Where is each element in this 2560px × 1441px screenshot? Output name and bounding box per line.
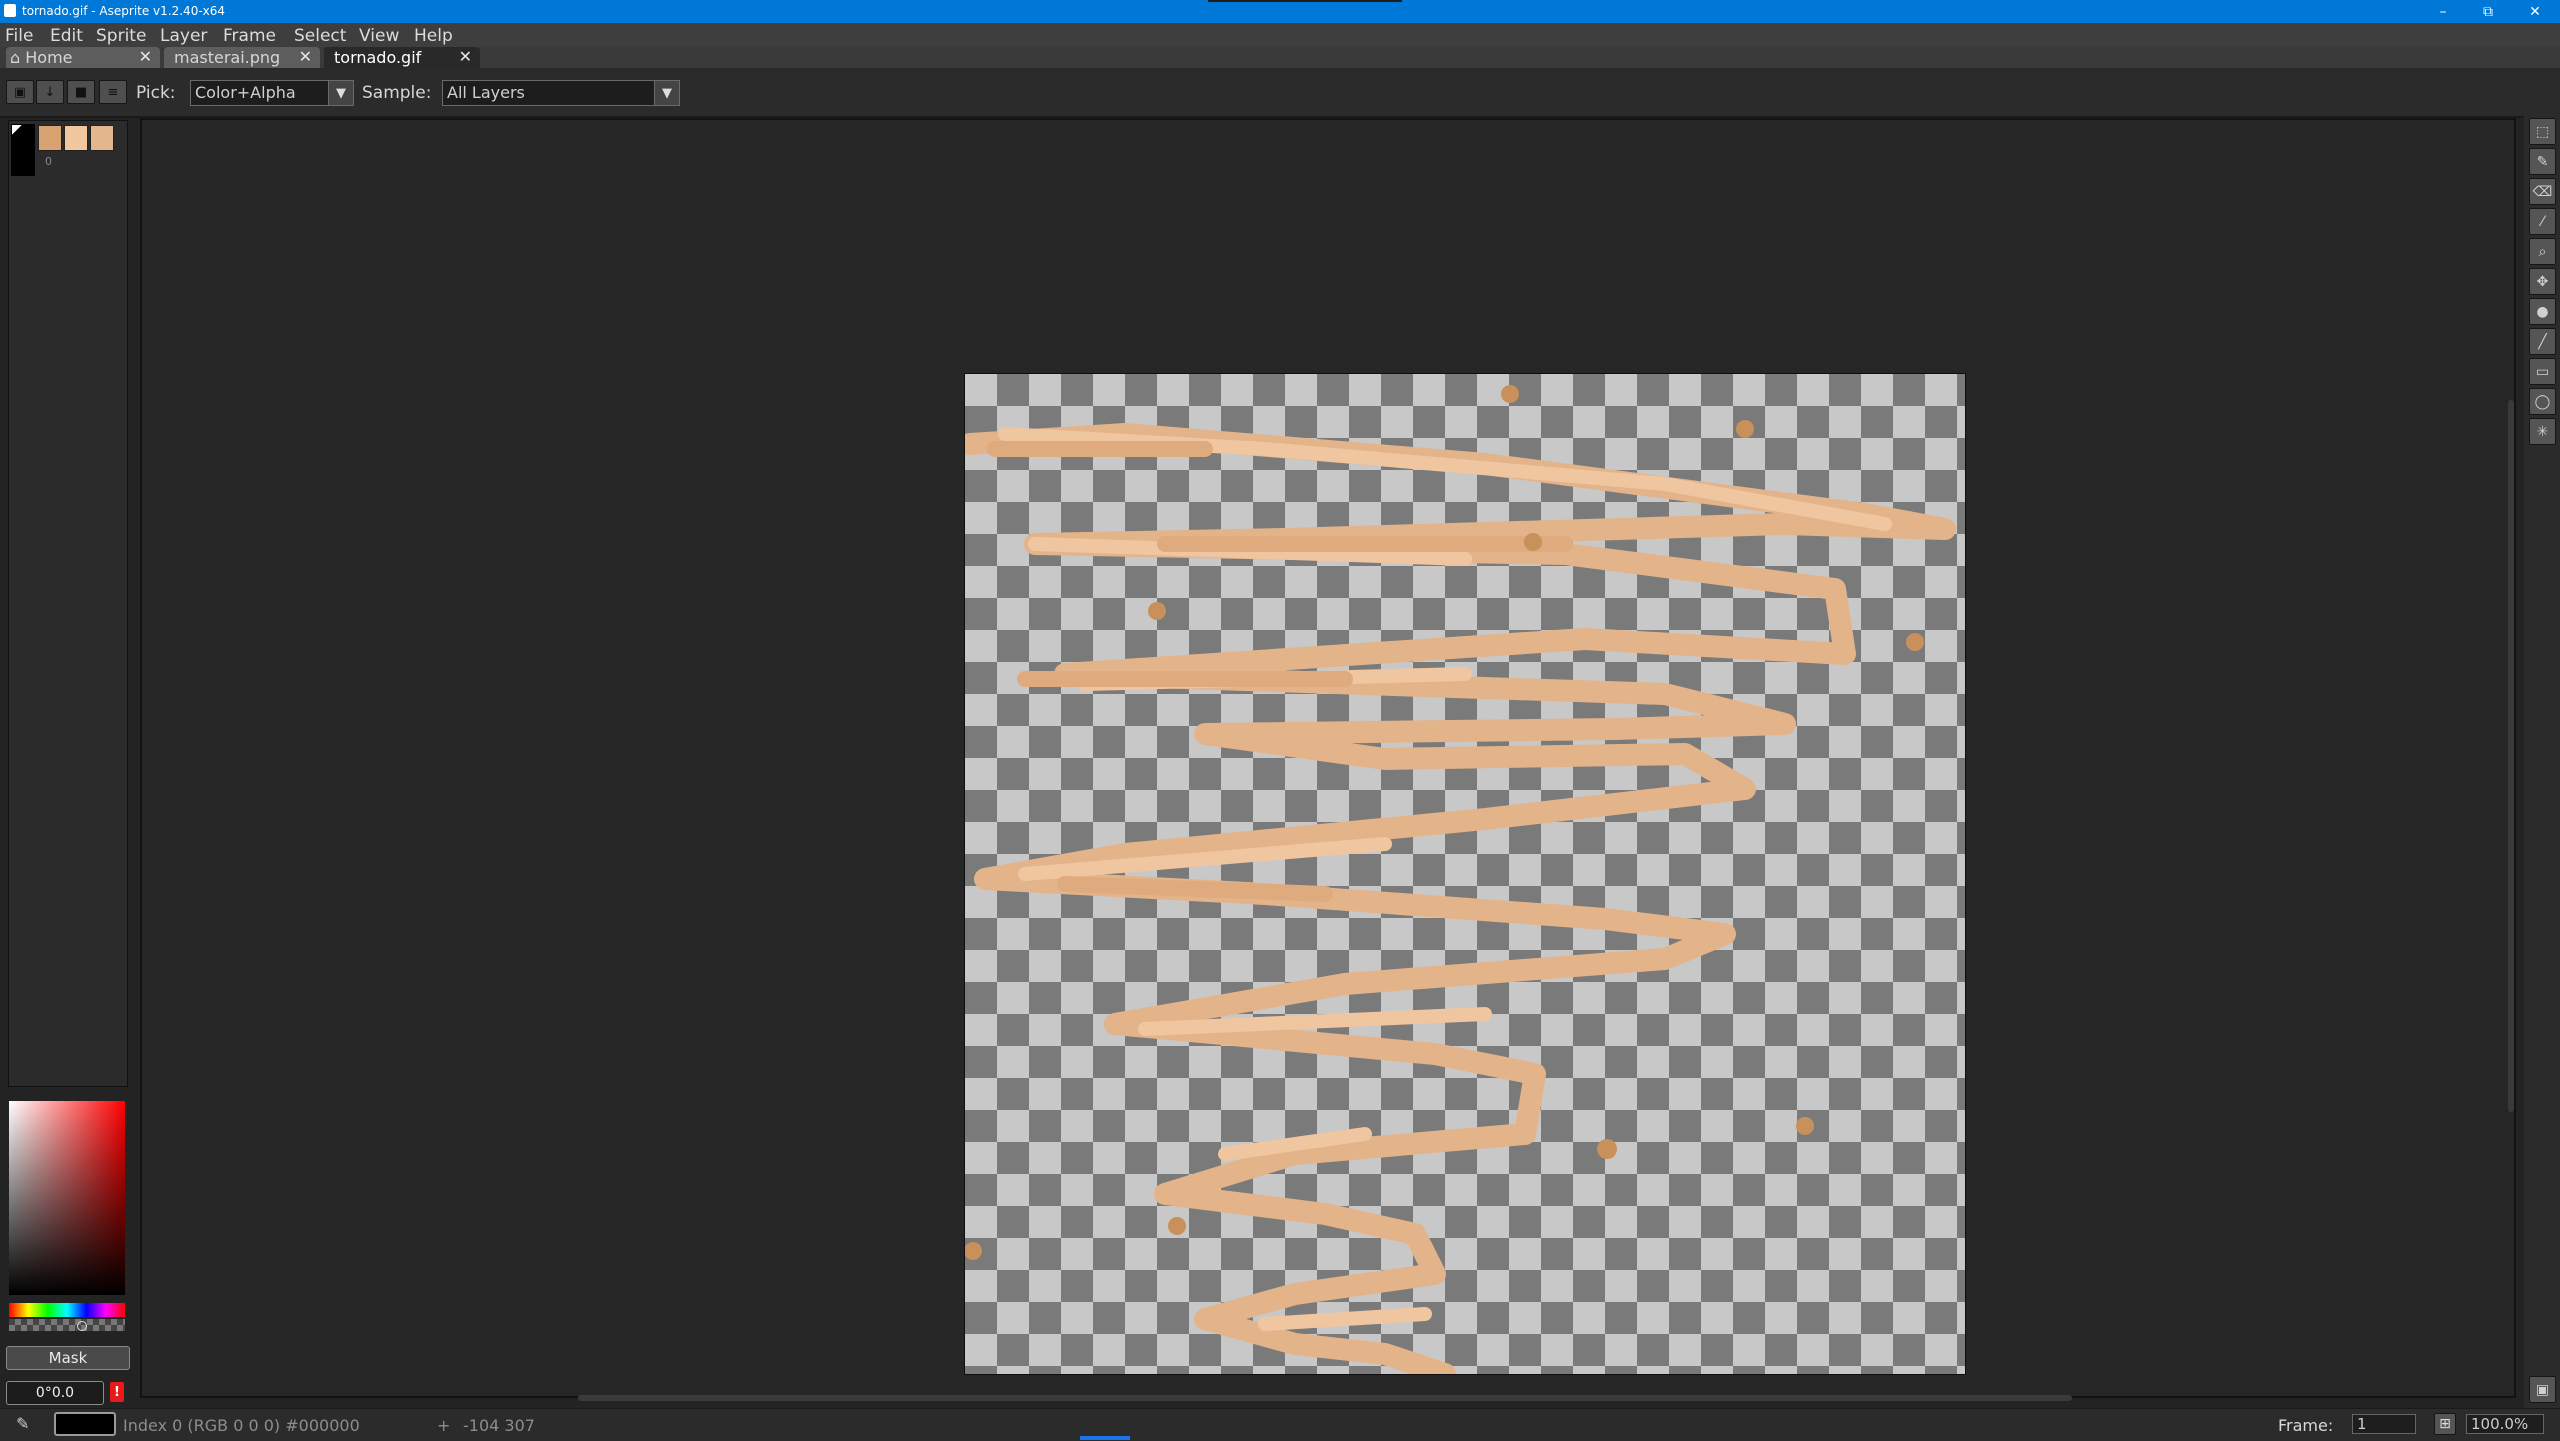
title-caret [1208,0,1402,2]
sample-label: Sample: [362,83,432,103]
tab-close-icon[interactable]: ✕ [139,47,152,66]
contour-icon[interactable]: ✳ [2529,418,2556,445]
menu-frame[interactable]: Frame [223,27,276,45]
lock-icon[interactable]: ▣ [6,80,34,104]
home-icon: ⌂ [10,48,21,67]
lasso-icon[interactable]: ✎ [2529,148,2556,175]
menu-file[interactable]: File [5,27,33,45]
sample-value: All Layers [447,83,525,102]
preview-icon[interactable]: ▣ [2529,1376,2556,1403]
pick-dropdown[interactable]: Color+Alpha ▼ [190,80,354,106]
warning-icon[interactable]: ! [110,1382,124,1402]
menu-select[interactable]: Select [294,27,346,45]
foreground-color-button[interactable] [54,1412,116,1436]
menu-layer[interactable]: Layer [160,27,207,45]
menu-view[interactable]: View [359,27,399,45]
vertical-scrollbar[interactable] [2508,400,2514,1112]
restore-button[interactable]: ⧉ [2467,0,2509,23]
angle-field[interactable]: 0°0.0 [6,1381,104,1405]
menu-edit[interactable]: Edit [50,27,83,45]
color-picker-gradient[interactable] [9,1101,125,1295]
hue-slider[interactable] [9,1303,125,1317]
sample-dropdown[interactable]: All Layers ▼ [442,80,680,106]
marquee-icon[interactable]: ⬚ [2529,118,2556,145]
app-icon [4,4,16,17]
tab-home[interactable]: ⌂ Home ✕ [6,47,160,69]
chevron-down-icon[interactable]: ▼ [654,81,679,105]
menu-sprite[interactable]: Sprite [96,27,146,45]
crosshair-icon: + [437,1416,451,1435]
sprite-canvas[interactable] [964,373,1966,1375]
palette-index: 0 [45,155,52,168]
palette-swatch-1[interactable] [38,125,62,151]
title-bar: tornado.gif - Aseprite v1.2.40-x64 – ⧉ ✕ [0,0,2560,23]
down-arrow-icon[interactable]: ↓ [36,80,64,104]
tab-label: Home [25,48,73,67]
window-title: tornado.gif - Aseprite v1.2.40-x64 [22,4,226,18]
frame-label: Frame: [2278,1416,2334,1435]
fg-indicator-icon [12,125,22,135]
menu-bar: File Edit Sprite Layer Frame Select View… [0,23,2560,47]
fill-icon[interactable]: ● [2529,298,2556,325]
zoom-icon[interactable]: ⌕ [2529,238,2556,265]
tab-close-icon[interactable]: ✕ [299,47,312,66]
zoom-value: 100.0% [2471,1415,2529,1433]
context-bar: ▣ ↓ ■ ≡ Pick: Color+Alpha ▼ Sample: All … [0,70,2560,118]
rectangle-icon[interactable]: ▭ [2529,358,2556,385]
palette-panel: 0 [8,120,128,1087]
tab-label: tornado.gif [334,48,422,67]
line-icon[interactable]: ╱ [2529,328,2556,355]
tab-close-icon[interactable]: ✕ [459,47,472,66]
move-icon[interactable]: ✥ [2529,268,2556,295]
close-button[interactable]: ✕ [2514,0,2556,23]
square-icon[interactable]: ■ [67,80,95,104]
frame-field[interactable]: 1 [2352,1414,2416,1434]
ellipse-icon[interactable]: ◯ [2529,388,2556,415]
palette-swatch-2[interactable] [64,125,88,151]
tornado-drawing [965,385,1956,1374]
color-info: Index 0 (RGB 0 0 0) #000000 [123,1416,360,1435]
status-bar: ✎ Index 0 (RGB 0 0 0) #000000 + -104 307… [0,1408,2560,1441]
eyedropper-icon[interactable]: ⁄ [2529,208,2556,235]
palette-swatch-3[interactable] [90,125,114,151]
mask-button[interactable]: Mask [6,1346,130,1370]
options-icon[interactable]: ≡ [99,80,127,104]
menu-help[interactable]: Help [414,27,453,45]
eraser-icon[interactable]: ⌫ [2529,178,2556,205]
tab-tornado[interactable]: tornado.gif ✕ [324,47,480,69]
horizontal-scrollbar[interactable] [578,1395,2072,1401]
frame-value: 1 [2357,1415,2367,1433]
editor-area[interactable] [140,118,2516,1398]
alpha-slider[interactable] [9,1319,125,1331]
zoom-field[interactable]: 100.0% [2466,1414,2544,1434]
minimize-button[interactable]: – [2422,0,2464,23]
add-frame-icon[interactable]: ⊞ [2434,1413,2456,1435]
chevron-down-icon[interactable]: ▼ [328,81,353,105]
brush-icon[interactable]: ✎ [16,1414,29,1433]
cursor-position: -104 307 [463,1416,535,1435]
alpha-handle[interactable] [77,1321,87,1331]
pick-label: Pick: [136,83,176,103]
taskbar-accent [1080,1436,1130,1440]
tab-masterai[interactable]: masterai.png ✕ [164,47,320,69]
tab-label: masterai.png [174,48,281,67]
pick-value: Color+Alpha [195,83,296,102]
